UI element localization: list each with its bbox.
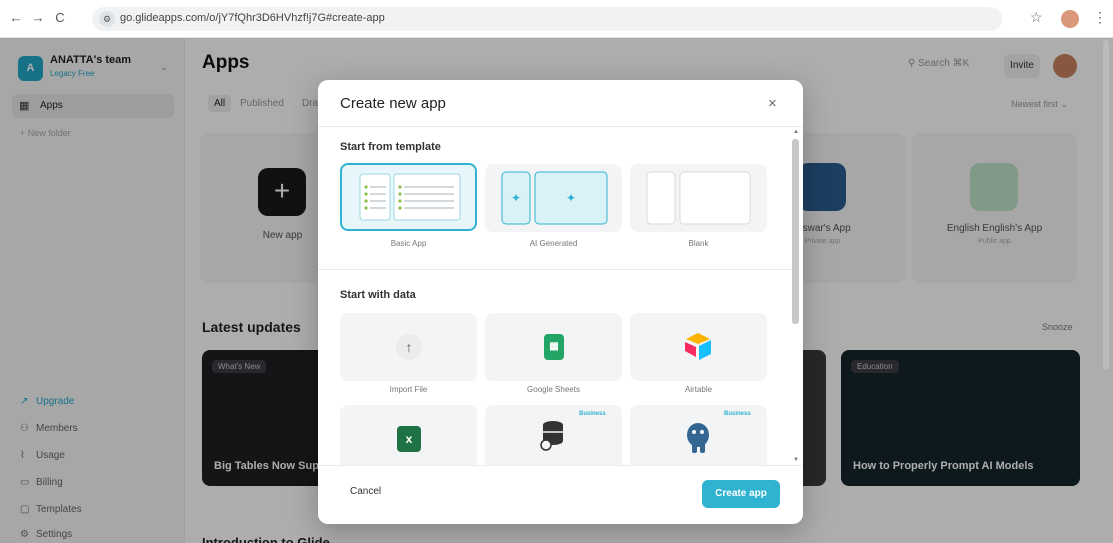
- airtable-icon: [685, 333, 711, 360]
- close-icon[interactable]: ×: [768, 95, 777, 112]
- source-label: Google Sheets: [527, 385, 580, 394]
- source-airtable[interactable]: [630, 313, 767, 381]
- forward-icon[interactable]: →: [30, 10, 46, 25]
- address-bar[interactable]: ⚙ go.glideapps.com/o/jY7fQhr3D6HVhzf!j7G…: [92, 7, 1002, 31]
- svg-text:✦: ✦: [566, 191, 576, 205]
- basic-app-preview-icon: [359, 173, 461, 221]
- url-text[interactable]: go.glideapps.com/o/jY7fQhr3D6HVhzf!j7G#c…: [120, 12, 385, 24]
- ai-generated-preview-icon: ✦ ✦: [501, 171, 608, 225]
- source-google-sheets[interactable]: ▦: [485, 313, 622, 381]
- bookmark-star-icon[interactable]: ☆: [1030, 9, 1043, 26]
- dialog-scrollbar-thumb[interactable]: [792, 139, 799, 324]
- scroll-up-icon[interactable]: ▲: [793, 129, 799, 135]
- source-label: Airtable: [684, 385, 713, 394]
- template-basic-app[interactable]: [340, 163, 477, 231]
- source-excel[interactable]: x: [340, 405, 477, 465]
- template-ai-generated[interactable]: ✦ ✦: [485, 164, 622, 232]
- browser-toolbar: ← → C ⚙ go.glideapps.com/o/jY7fQhr3D6HVh…: [0, 0, 1113, 38]
- create-app-dialog: Create new app × Start from template Bas…: [318, 80, 803, 524]
- source-postgresql[interactable]: Business: [630, 405, 767, 465]
- template-label: Blank: [688, 239, 709, 248]
- back-icon[interactable]: ←: [8, 10, 24, 25]
- template-label: Basic App: [390, 239, 427, 248]
- create-app-button[interactable]: Create app: [702, 480, 780, 508]
- dialog-title: Create new app: [340, 95, 446, 112]
- source-database[interactable]: Business: [485, 405, 622, 465]
- template-section-heading: Start from template: [340, 141, 441, 153]
- template-label: AI Generated: [529, 239, 578, 248]
- reload-icon[interactable]: C: [52, 10, 68, 25]
- upload-arrow-icon: ↑: [396, 334, 422, 360]
- template-blank[interactable]: [630, 164, 767, 232]
- data-section-heading: Start with data: [340, 289, 416, 301]
- google-sheets-icon: ▦: [544, 334, 564, 360]
- source-label: Import File: [389, 385, 428, 394]
- blank-preview-icon: [646, 171, 751, 225]
- dialog-body: Start from template Basic App ✦ ✦ AI Gen…: [318, 126, 803, 466]
- business-badge: Business: [724, 411, 751, 417]
- browser-menu-icon[interactable]: ⋮: [1093, 9, 1107, 26]
- page-scrollbar[interactable]: [1103, 40, 1109, 370]
- section-divider: [318, 269, 792, 270]
- business-badge: Business: [579, 411, 606, 417]
- svg-text:✦: ✦: [511, 191, 521, 205]
- scroll-down-icon[interactable]: ▼: [793, 457, 799, 463]
- profile-icon[interactable]: [1061, 10, 1079, 28]
- cancel-button[interactable]: Cancel: [350, 486, 381, 497]
- excel-icon: x: [397, 426, 421, 452]
- site-info-icon[interactable]: ⚙: [99, 11, 115, 27]
- source-import-file[interactable]: ↑: [340, 313, 477, 381]
